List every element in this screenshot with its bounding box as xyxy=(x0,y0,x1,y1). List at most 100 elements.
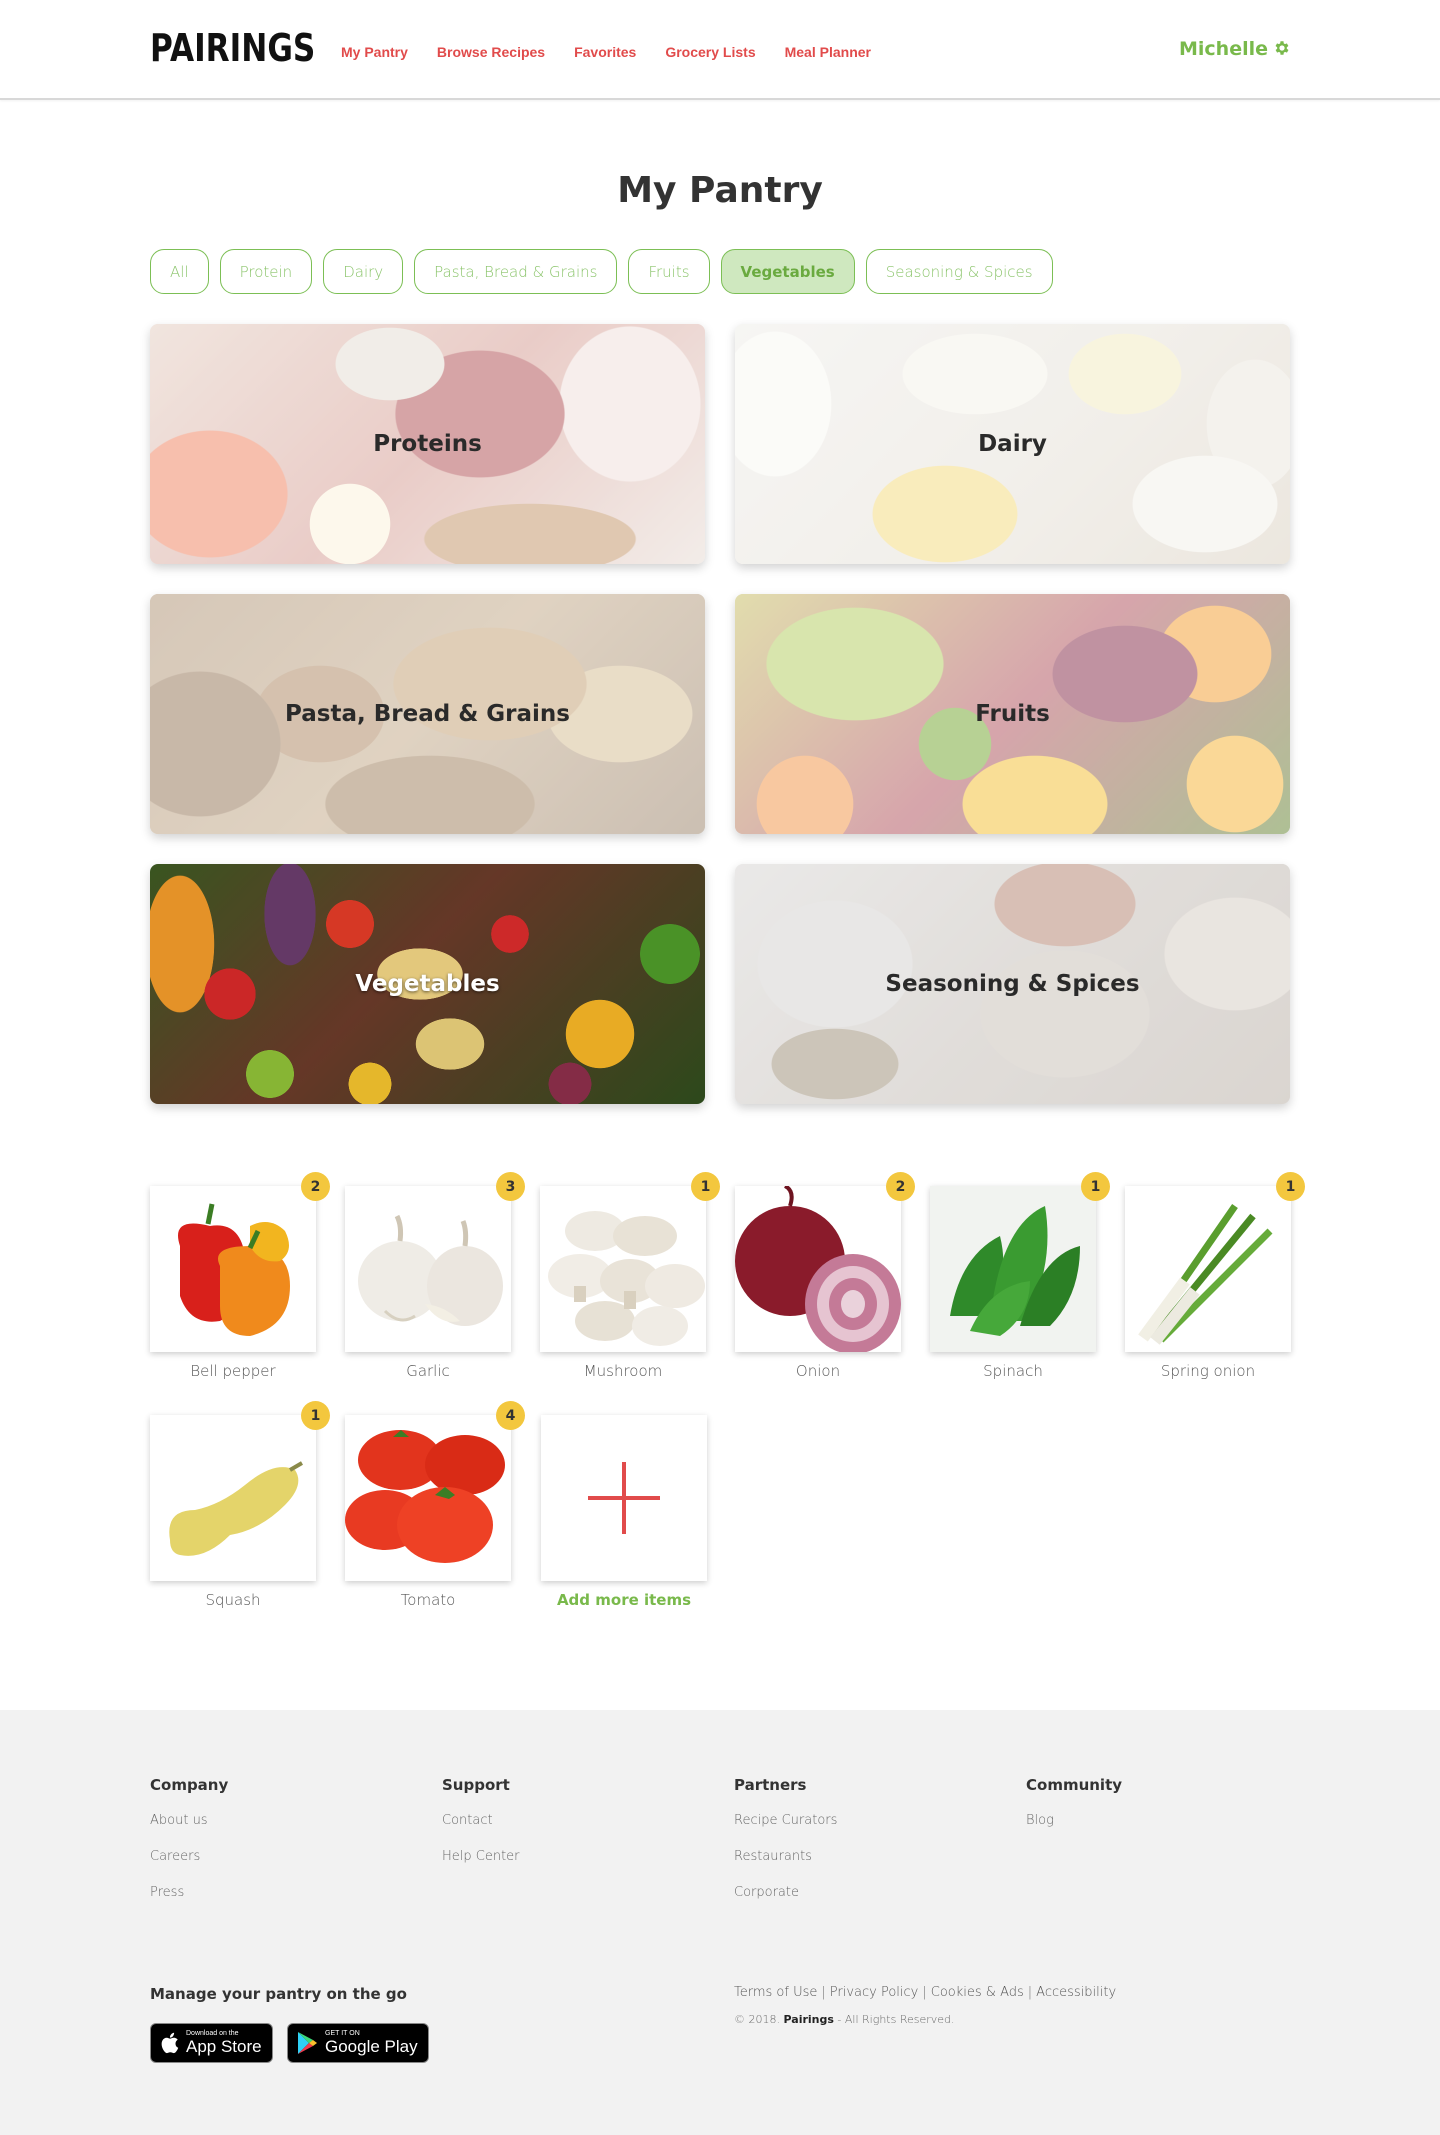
category-filter-bar: All Protein Dairy Pasta, Bread & Grains … xyxy=(150,249,1053,294)
item-name: Spinach xyxy=(983,1362,1043,1380)
filter-fruits[interactable]: Fruits xyxy=(628,249,710,294)
legal-link-accessibility[interactable]: Accessibility xyxy=(1036,1985,1116,2000)
quantity-badge: 1 xyxy=(1081,1172,1110,1201)
item-name: Bell pepper xyxy=(190,1362,276,1380)
pantry-item-onion[interactable]: 2 Onion xyxy=(735,1172,915,1380)
footer-column-community: Community Blog xyxy=(1026,1776,1122,1849)
onion-icon xyxy=(735,1186,901,1352)
footer-link-corporate[interactable]: Corporate xyxy=(734,1885,837,1900)
footer-heading: Support xyxy=(442,1776,510,1794)
add-more-items-label[interactable]: Add more items xyxy=(541,1591,707,1609)
quantity-badge: 2 xyxy=(301,1172,330,1201)
category-card-label: Vegetables xyxy=(355,971,500,997)
user-name[interactable]: Michelle xyxy=(1179,38,1268,60)
nav-my-pantry[interactable]: My Pantry xyxy=(341,44,408,60)
quantity-badge: 4 xyxy=(496,1401,525,1430)
nav-browse-recipes[interactable]: Browse Recipes xyxy=(437,44,545,60)
pantry-item-tomato[interactable]: 4 Tomato xyxy=(345,1401,525,1609)
category-card-fruits[interactable]: Fruits xyxy=(735,594,1290,834)
pantry-item-spinach[interactable]: 1 Spinach xyxy=(930,1172,1110,1380)
copyright-brand: Pairings xyxy=(783,2013,834,2026)
filter-dairy[interactable]: Dairy xyxy=(323,249,404,294)
footer-link-careers[interactable]: Careers xyxy=(150,1849,228,1864)
gear-icon[interactable] xyxy=(1273,39,1291,57)
squash-icon xyxy=(169,1461,304,1556)
item-name: Garlic xyxy=(406,1362,450,1380)
app-promo-title: Manage your pantry on the go xyxy=(150,1985,407,2003)
pantry-item-mushroom[interactable]: 1 Mushroom xyxy=(540,1172,720,1380)
footer-heading: Company xyxy=(150,1776,229,1794)
pantry-item-garlic[interactable]: 3 Garlic xyxy=(345,1172,525,1380)
footer-link-recipe-curators[interactable]: Recipe Curators xyxy=(734,1813,837,1828)
item-image xyxy=(345,1186,511,1352)
item-image xyxy=(150,1186,316,1352)
filter-protein[interactable]: Protein xyxy=(219,249,313,294)
pantry-item-squash[interactable]: 1 Squash xyxy=(150,1401,330,1609)
footer-link-press[interactable]: Press xyxy=(150,1885,228,1900)
footer-link-contact[interactable]: Contact xyxy=(442,1813,520,1828)
quantity-badge: 1 xyxy=(691,1172,720,1201)
add-more-items-button[interactable]: Add more items xyxy=(541,1415,707,1609)
footer-link-help-center[interactable]: Help Center xyxy=(442,1849,520,1864)
item-image xyxy=(735,1186,901,1352)
copyright: © 2018. Pairings - All Rights Reserved. xyxy=(734,2013,955,2026)
item-name: Squash xyxy=(205,1591,261,1609)
legal-links: Terms of Use | Privacy Policy | Cookies & Ad… xyxy=(734,1985,1117,2000)
app-store-large-text: App Store xyxy=(186,2037,262,2056)
apple-icon xyxy=(161,2032,179,2054)
add-item-tile[interactable] xyxy=(541,1415,707,1581)
item-image xyxy=(150,1415,316,1581)
spinach-icon xyxy=(930,1186,1096,1352)
item-name: Onion xyxy=(795,1362,841,1380)
category-card-label: Fruits xyxy=(975,701,1050,727)
category-card-label: Dairy xyxy=(978,431,1047,457)
footer-column-partners: Partners Recipe Curators Restaurants Cor… xyxy=(734,1776,837,1921)
legal-link-privacy[interactable]: Privacy Policy xyxy=(830,1985,919,2000)
category-card-seasoning-spices[interactable]: Seasoning & Spices xyxy=(735,864,1290,1104)
footer-column-support: Support Contact Help Center xyxy=(442,1776,520,1885)
quantity-badge: 3 xyxy=(496,1172,525,1201)
app-store-badge[interactable]: Download on the App Store xyxy=(150,2023,273,2063)
google-play-badge[interactable]: GET IT ON Google Play xyxy=(287,2023,429,2063)
filter-pasta-bread-grains[interactable]: Pasta, Bread & Grains xyxy=(414,249,618,294)
tomato-icon xyxy=(345,1430,505,1563)
item-name: Spring onion xyxy=(1160,1362,1256,1380)
category-card-dairy[interactable]: Dairy xyxy=(735,324,1290,564)
category-card-label: Proteins xyxy=(373,431,482,457)
top-navigation-bar: PAIRINGS My Pantry Browse Recipes Favori… xyxy=(0,0,1440,100)
category-card-pasta-bread-grains[interactable]: Pasta, Bread & Grains xyxy=(150,594,705,834)
garlic-icon xyxy=(358,1214,503,1326)
category-card-proteins[interactable]: Proteins xyxy=(150,324,705,564)
category-card-label: Seasoning & Spices xyxy=(885,971,1140,997)
spring-onion-icon xyxy=(1138,1204,1273,1345)
copyright-prefix: © 2018. xyxy=(734,2013,780,2026)
item-image xyxy=(930,1186,1096,1352)
main-nav: My Pantry Browse Recipes Favorites Groce… xyxy=(341,44,900,60)
nav-grocery-lists[interactable]: Grocery Lists xyxy=(665,44,755,60)
legal-link-cookies[interactable]: Cookies & Ads xyxy=(931,1985,1024,2000)
item-name: Mushroom xyxy=(583,1362,663,1380)
filter-all[interactable]: All xyxy=(150,249,209,294)
footer-link-about-us[interactable]: About us xyxy=(150,1813,228,1828)
item-image xyxy=(345,1415,511,1581)
quantity-badge: 2 xyxy=(886,1172,915,1201)
filter-seasoning-spices[interactable]: Seasoning & Spices xyxy=(865,249,1053,294)
pairings-logo[interactable]: PAIRINGS xyxy=(150,26,315,70)
nav-meal-planner[interactable]: Meal Planner xyxy=(785,44,871,60)
item-name: Tomato xyxy=(400,1591,456,1609)
legal-link-terms[interactable]: Terms of Use xyxy=(734,1985,817,2000)
footer-column-company: Company About us Careers Press xyxy=(150,1776,228,1921)
category-card-vegetables[interactable]: Vegetables xyxy=(150,864,705,1104)
item-image xyxy=(1125,1186,1291,1352)
pantry-item-spring-onion[interactable]: 1 Spring onion xyxy=(1125,1172,1305,1380)
footer-link-restaurants[interactable]: Restaurants xyxy=(734,1849,837,1864)
footer-link-blog[interactable]: Blog xyxy=(1026,1813,1122,1828)
quantity-badge: 1 xyxy=(1276,1172,1305,1201)
google-play-icon xyxy=(298,2032,317,2054)
footer-heading: Community xyxy=(1026,1776,1123,1794)
plus-icon xyxy=(588,1462,660,1534)
nav-favorites[interactable]: Favorites xyxy=(574,44,636,60)
mushroom-icon xyxy=(548,1211,705,1346)
pantry-item-bell-pepper[interactable]: 2 Bell pepper xyxy=(150,1172,330,1380)
filter-vegetables[interactable]: Vegetables xyxy=(720,249,855,294)
